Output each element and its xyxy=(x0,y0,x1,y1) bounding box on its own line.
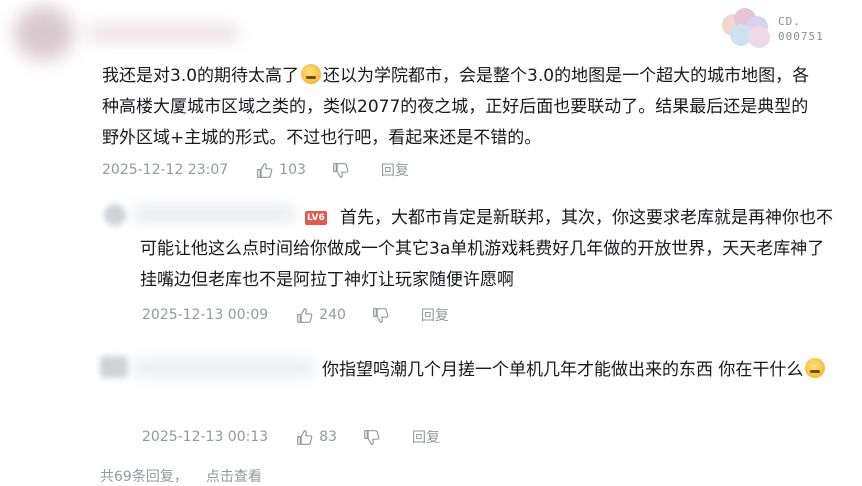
more-replies: 共69条回复， 点击查看 xyxy=(100,466,262,486)
avatar[interactable] xyxy=(14,6,74,60)
main-comment-text: 我还是对3.0的期待太高了 还以为学院都市，会是整个3.0的地图是一个超大的城市地… xyxy=(102,61,822,154)
comment-time: 2025-12-13 00:13 xyxy=(142,429,269,445)
like-count: 103 xyxy=(279,162,306,178)
thumbs-up-icon xyxy=(297,307,313,323)
reply-text: 首先，大都市肯定是新联邦，其次，你这要求老库就是再神你也不可能让他这么点时间给你… xyxy=(140,203,840,296)
reply-text: 你指望鸣潮几个月搓一个单机几年才能做出来的东西 你在干什么 xyxy=(140,355,840,386)
crying-laugh-emoji-icon xyxy=(301,64,322,84)
like-button[interactable]: 83 xyxy=(296,429,337,446)
thumbs-up-icon xyxy=(257,162,273,178)
like-button[interactable]: 240 xyxy=(296,307,346,324)
reply-button[interactable]: 回复 xyxy=(381,160,409,180)
thumbs-down-icon xyxy=(364,429,380,445)
dislike-button[interactable] xyxy=(363,429,386,446)
like-count: 83 xyxy=(319,429,337,445)
username[interactable] xyxy=(88,24,238,42)
like-button[interactable]: 103 xyxy=(256,162,306,179)
reply-button[interactable]: 回复 xyxy=(412,427,440,447)
main-comment-meta: 2025-12-12 23:07 103 回复 xyxy=(102,160,409,180)
view-more-link[interactable]: 点击查看 xyxy=(206,469,262,485)
fan-badge-code: CD. 000751 xyxy=(778,15,824,43)
fan-badge-icon xyxy=(722,8,778,48)
reply-count-text: 共69条回复， xyxy=(100,469,188,485)
thumbs-down-icon xyxy=(333,162,349,178)
reply-meta: 2025-12-13 00:09 240 回复 xyxy=(142,305,449,325)
reply-avatar[interactable] xyxy=(100,356,128,378)
dislike-button[interactable] xyxy=(332,162,355,179)
crying-laugh-emoji-icon xyxy=(805,358,826,378)
thumbs-up-icon xyxy=(297,429,313,445)
reply-avatar[interactable] xyxy=(104,204,126,226)
reply-text-content: 你指望鸣潮几个月搓一个单机几年才能做出来的东西 你在干什么 xyxy=(322,360,804,380)
like-count: 240 xyxy=(319,307,346,323)
comment-time: 2025-12-12 23:07 xyxy=(102,162,229,178)
reply-meta: 2025-12-13 00:13 83 回复 xyxy=(142,427,440,447)
reply-button[interactable]: 回复 xyxy=(421,305,449,325)
comment-time: 2025-12-13 00:09 xyxy=(142,307,269,323)
main-comment-text-part1: 我还是对3.0的期待太高了 xyxy=(102,66,300,86)
thumbs-down-icon xyxy=(373,307,389,323)
reply-text-content: 首先，大都市肯定是新联邦，其次，你这要求老库就是再神你也不可能让他这么点时间给你… xyxy=(140,208,833,290)
dislike-button[interactable] xyxy=(372,307,395,324)
